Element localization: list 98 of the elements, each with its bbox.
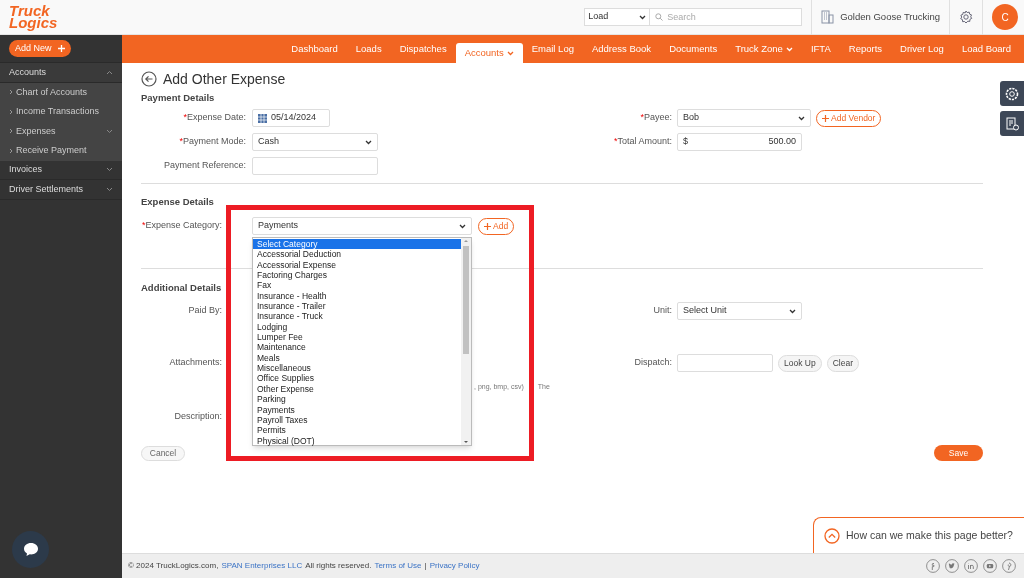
company-name[interactable]: Golden Goose Trucking (840, 9, 940, 25)
dropdown-option[interactable]: Other Expense (253, 383, 461, 395)
dispatch-field[interactable] (677, 354, 773, 372)
caret-icon (639, 14, 647, 20)
arrow-up-icon[interactable] (463, 238, 469, 244)
caret-icon (789, 308, 796, 314)
dropdown-option[interactable]: Miscellaneous (253, 363, 461, 374)
submenu-item[interactable]: Receive Payment (0, 141, 122, 161)
dispatch-button[interactable]: Clear (826, 354, 859, 372)
field-label: *Expense Category: (141, 219, 222, 233)
gear-icon (1005, 86, 1019, 101)
field-label: *Payment Mode: (178, 135, 246, 149)
dropdown-option[interactable]: Physical (DOT) (253, 435, 461, 446)
cancel-button[interactable]: Cancel (141, 445, 185, 461)
field-label: *Expense Date: (182, 111, 246, 125)
page-title: Add Other Expense (163, 69, 286, 89)
video-icon[interactable] (983, 559, 997, 573)
chevron-icon (106, 69, 113, 75)
section-heading: Payment Details (141, 90, 215, 105)
pin-icon[interactable] (1002, 559, 1016, 573)
field-label: Attachments: (168, 356, 222, 370)
company-link[interactable]: SPAN Enterprises LLC (221, 560, 303, 572)
field-label: *Payee: (639, 111, 672, 125)
submenu-item[interactable]: Income Transactions (0, 102, 122, 122)
chevron-icon (9, 147, 13, 154)
amount-field[interactable]: $ 500.00 (677, 133, 802, 151)
dropdown-option[interactable]: Payments (253, 404, 461, 415)
dropdown-option[interactable]: Maintenance (253, 342, 461, 353)
settings-side-button[interactable] (1000, 81, 1024, 106)
plus-icon (484, 222, 491, 230)
category-select[interactable]: Payments (252, 217, 472, 235)
date-field[interactable]: 05/14/2024 (252, 109, 330, 127)
search-icon (655, 13, 664, 21)
dropdown-option[interactable]: Meals (253, 352, 461, 364)
arrow-down-icon[interactable] (463, 439, 469, 445)
unit-select[interactable]: Select Unit (677, 302, 802, 320)
copyright-text: © 2024 TruckLogics.com, (128, 560, 219, 572)
privacy-link[interactable]: Privacy Policy (429, 560, 480, 572)
dropdown-option[interactable]: Parking (253, 394, 461, 405)
dropdown-option[interactable]: Insurance - Trailer (253, 301, 461, 312)
calendar-icon (258, 113, 267, 123)
chevron-icon (9, 108, 13, 115)
section-heading: Additional Details (141, 280, 222, 295)
payment-mode-select[interactable]: Cash (252, 133, 378, 151)
submenu-item[interactable]: Expenses (0, 121, 122, 141)
dropdown-option[interactable]: Insurance - Health (253, 290, 461, 302)
plus-icon (822, 114, 829, 122)
dropdown-option[interactable]: Select Category (253, 239, 461, 250)
dropdown-option[interactable]: Accessorial Expense (253, 259, 461, 271)
section-heading: Expense Details (141, 194, 214, 209)
field-label: Dispatch: (633, 356, 672, 370)
dropdown-option[interactable]: Office Supplies (253, 373, 461, 384)
chevron-up-icon (824, 527, 840, 544)
chat-icon (22, 542, 39, 557)
document-icon (1005, 116, 1019, 131)
building-icon (821, 10, 835, 24)
search-field[interactable]: Search (650, 8, 803, 26)
field-label: Payment Reference: (162, 159, 246, 173)
facebook-icon[interactable] (926, 559, 940, 573)
back-icon (141, 71, 157, 87)
terms-link[interactable]: Terms of Use (374, 560, 422, 572)
dropdown-option[interactable]: Fax (253, 280, 461, 291)
sidebar-item[interactable]: Invoices (0, 160, 122, 180)
dropdown-option[interactable]: Permits (253, 425, 461, 436)
submenu-item[interactable]: Chart of Accounts (0, 82, 122, 102)
field-label: Description: (173, 410, 222, 424)
dropdown-option[interactable]: Factoring Charges (253, 270, 461, 281)
caret-icon (459, 223, 466, 229)
rights-text: All rights reserved. (305, 560, 372, 572)
search-type-select[interactable]: Load (584, 8, 651, 26)
payee-select[interactable]: Bob (677, 109, 811, 127)
scrollbar[interactable] (461, 238, 471, 445)
sidebar-item[interactable]: Driver Settlements (0, 180, 122, 200)
gear-icon (959, 10, 973, 24)
dropdown-option[interactable]: Lumper Fee (253, 332, 461, 343)
dropdown-option[interactable]: Insurance - Truck (253, 311, 461, 322)
caret-icon (365, 139, 372, 145)
bird-icon[interactable] (945, 559, 959, 573)
sidebar-item[interactable]: Accounts (0, 63, 122, 83)
chevron-icon (106, 167, 113, 173)
separator-text: | (424, 560, 427, 572)
feedback-button[interactable]: How can we make this page better? (813, 517, 1024, 553)
chevron-icon (9, 89, 13, 96)
field-label: Paid By: (187, 304, 222, 318)
linkedin-icon[interactable] (964, 559, 978, 573)
chevron-icon (9, 128, 13, 135)
chevron-icon (106, 186, 113, 192)
dispatch-button[interactable]: Look Up (778, 354, 822, 372)
dropdown-option[interactable]: Lodging (253, 321, 461, 333)
reference-field[interactable] (252, 157, 378, 175)
document-side-button[interactable] (1000, 111, 1024, 136)
chevron-icon (106, 128, 113, 134)
dropdown-option[interactable]: Payroll Taxes (253, 414, 461, 426)
field-label: Unit: (652, 304, 672, 318)
dropdown-option[interactable]: Accessorial Deduction (253, 249, 461, 260)
caret-icon (798, 115, 805, 121)
field-label: *Total Amount: (612, 135, 672, 149)
plus-icon (57, 45, 65, 52)
